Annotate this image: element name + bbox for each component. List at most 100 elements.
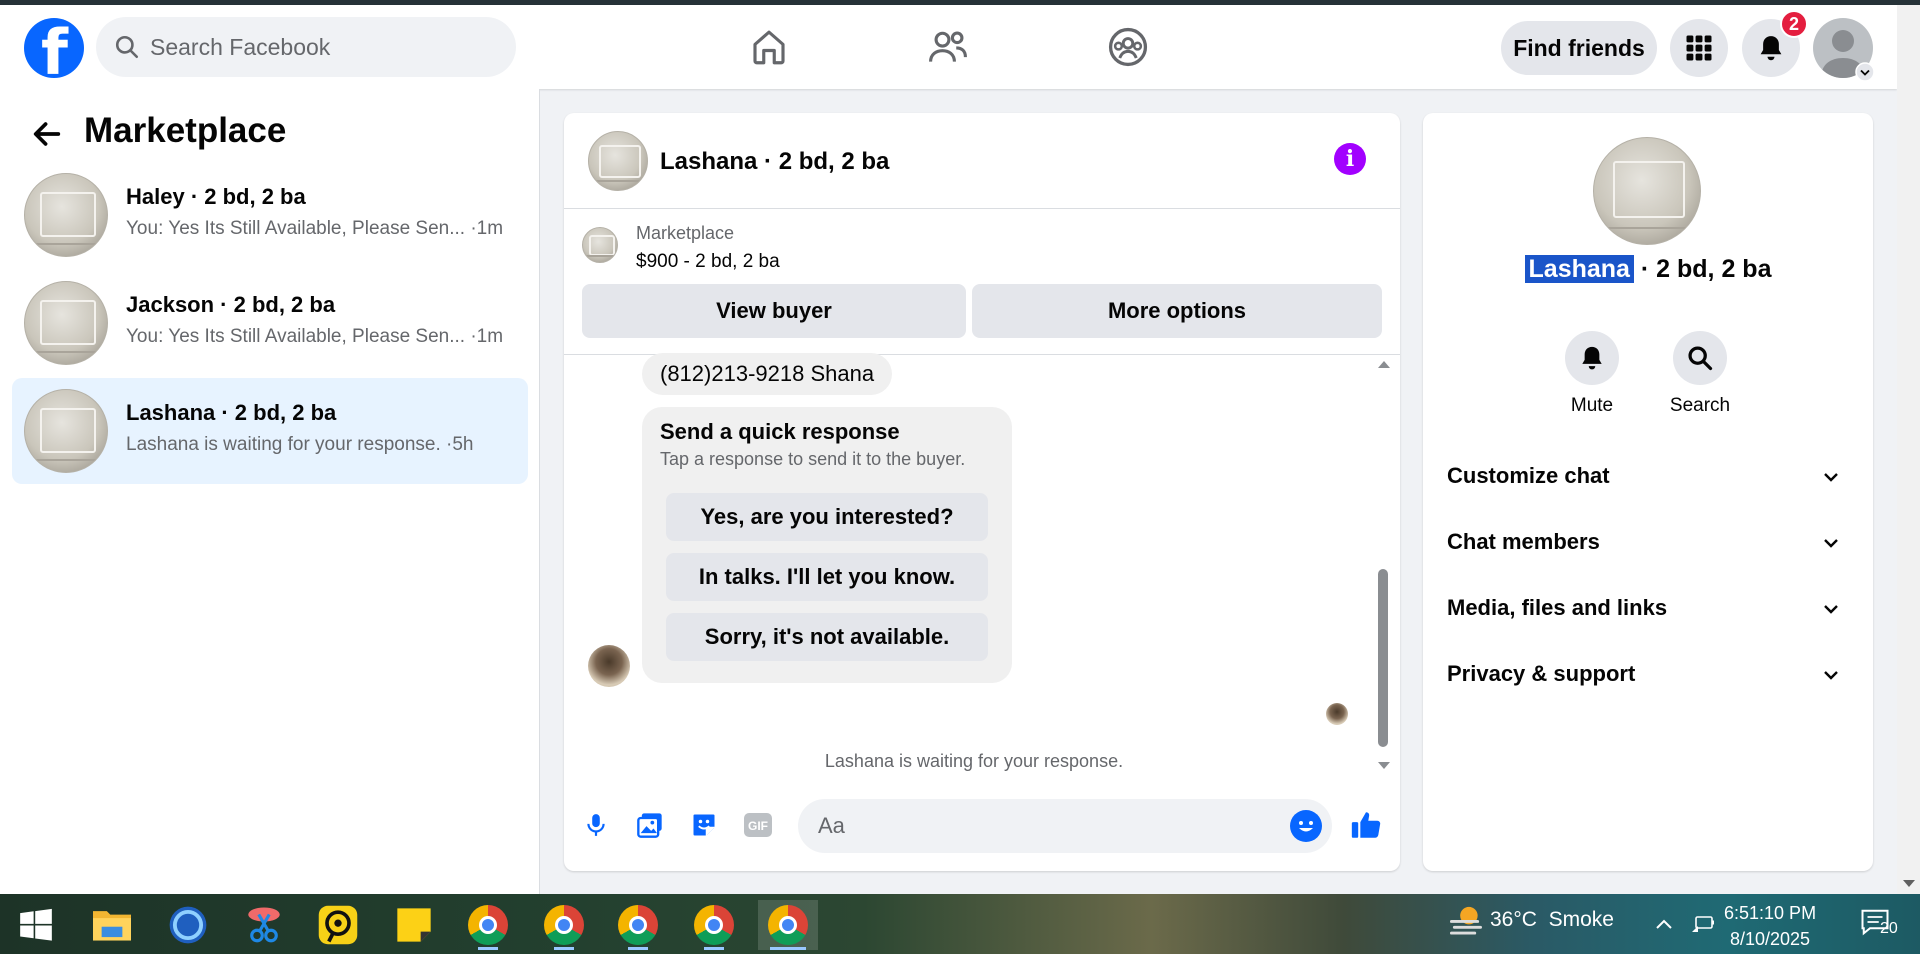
search-action[interactable]: Search xyxy=(1660,331,1740,417)
taskbar-browser[interactable] xyxy=(158,900,218,950)
quick-response-interested[interactable]: Yes, are you interested? xyxy=(666,493,988,541)
account-chevron-icon[interactable] xyxy=(1855,62,1875,82)
chrome-icon xyxy=(694,905,734,945)
waiting-status: Lashana is waiting for your response. xyxy=(824,751,1124,771)
taskbar-snipping-tool[interactable] xyxy=(234,900,294,950)
quick-response-title: Send a quick response xyxy=(660,419,900,444)
taskbar-chrome-2[interactable] xyxy=(534,900,594,950)
info-icon[interactable]: i xyxy=(1334,143,1366,175)
chrome-icon xyxy=(618,905,658,945)
taskbar-chrome-1[interactable] xyxy=(458,900,518,950)
groups-icon xyxy=(1108,27,1148,67)
search-label: Search xyxy=(1669,395,1731,416)
thumbs-up-icon xyxy=(1351,812,1381,838)
conversation-snippet: Lashana is waiting for your response. ·5… xyxy=(126,434,474,455)
browser-icon xyxy=(169,906,207,944)
search-input[interactable] xyxy=(150,17,500,77)
taskbar-sticky-notes[interactable] xyxy=(384,900,444,950)
conversation-name: Lashana · 2 bd, 2 ba xyxy=(126,400,337,425)
quick-response-not-available[interactable]: Sorry, it's not available. xyxy=(666,613,988,661)
scroll-down-arrow-icon[interactable] xyxy=(1377,761,1391,771)
chevron-down-icon xyxy=(1824,671,1838,680)
section-label: Media, files and links xyxy=(1447,595,1668,620)
temperature: 36°C xyxy=(1490,908,1537,931)
emoji-button[interactable] xyxy=(1290,810,1322,842)
windows-taskbar: 36°C Smoke 6:51:10 PM 8/10/2025 20 xyxy=(0,894,1920,954)
network-battery-icon[interactable] xyxy=(1690,914,1716,934)
more-options-button[interactable]: More options xyxy=(972,284,1382,338)
taskbar-file-explorer[interactable] xyxy=(82,900,142,950)
privacy-support-section[interactable]: Privacy & support xyxy=(1447,649,1849,699)
notification-badge: 2 xyxy=(1780,10,1808,38)
friends-nav[interactable] xyxy=(920,19,976,75)
chat-title[interactable]: Lashana · 2 bd, 2 ba xyxy=(660,148,889,176)
scroll-down-arrow-icon[interactable] xyxy=(1902,879,1916,889)
sticker-button[interactable] xyxy=(686,807,722,843)
details-listing-photo[interactable] xyxy=(1593,137,1701,245)
scroll-up-arrow-icon[interactable] xyxy=(1377,359,1391,369)
chat-listing-thumbnail[interactable] xyxy=(588,131,648,191)
taskbar-chrome-3[interactable] xyxy=(608,900,668,950)
photo-icon xyxy=(637,813,662,838)
voice-clip-button[interactable] xyxy=(578,807,614,843)
chevron-down-icon xyxy=(1824,473,1838,482)
section-label: Chat members xyxy=(1447,529,1600,554)
weather-condition: Smoke xyxy=(1548,908,1614,931)
mute-action[interactable]: Mute xyxy=(1552,331,1632,417)
weather-smoke-icon xyxy=(1450,906,1482,935)
friends-icon xyxy=(929,31,967,62)
chevron-up-icon[interactable] xyxy=(1654,916,1674,932)
search-box[interactable] xyxy=(96,17,516,77)
chat-header: Lashana · 2 bd, 2 ba i xyxy=(564,113,1400,209)
taskbar-chrome-5-active[interactable] xyxy=(758,900,818,950)
home-icon xyxy=(753,30,785,65)
message-scrollbar[interactable] xyxy=(1378,569,1388,747)
back-arrow-icon[interactable] xyxy=(30,117,64,151)
listing-thumbnail xyxy=(24,281,108,365)
conversation-sidebar: Marketplace Haley · 2 bd, 2 ba You: Yes … xyxy=(0,89,540,894)
quick-response-in-talks[interactable]: In talks. I'll let you know. xyxy=(666,553,988,601)
menu-button[interactable] xyxy=(1670,19,1728,77)
page-scrollbar[interactable] xyxy=(1897,5,1920,894)
groups-nav[interactable] xyxy=(1100,19,1156,75)
gif-icon: GIF xyxy=(744,813,772,837)
message-area: (812)213-9218 Shana Send a quick respons… xyxy=(564,353,1400,781)
notification-count: 20 xyxy=(1880,920,1898,937)
conversation-jackson[interactable]: Jackson · 2 bd, 2 ba You: Yes Its Still … xyxy=(12,270,528,376)
facebook-logo[interactable]: f xyxy=(24,18,84,78)
send-like-button[interactable] xyxy=(1348,807,1384,843)
start-button[interactable] xyxy=(6,900,66,950)
taskbar-chrome-4[interactable] xyxy=(684,900,744,950)
chrome-icon xyxy=(768,905,808,945)
view-buyer-button[interactable]: View buyer xyxy=(582,284,966,338)
remote-support-icon xyxy=(318,905,358,945)
home-nav[interactable] xyxy=(741,19,797,75)
find-friends-button[interactable]: Find friends xyxy=(1501,21,1657,75)
attach-photo-button[interactable] xyxy=(632,807,668,843)
sidebar-title: Marketplace xyxy=(84,111,287,150)
customize-chat-section[interactable]: Customize chat xyxy=(1447,451,1849,501)
listing-thumbnail xyxy=(24,173,108,257)
section-label: Privacy & support xyxy=(1447,661,1636,686)
grid-menu-icon xyxy=(1686,35,1712,61)
folder-icon xyxy=(93,911,131,941)
sticky-notes-icon xyxy=(397,908,431,942)
media-files-links-section[interactable]: Media, files and links xyxy=(1447,583,1849,633)
weather-widget[interactable]: 36°C Smoke xyxy=(1448,906,1614,935)
svg-text:GIF: GIF xyxy=(748,819,768,833)
conversation-name: Haley · 2 bd, 2 ba xyxy=(126,184,306,209)
gif-button[interactable]: GIF xyxy=(740,807,776,843)
chevron-down-icon xyxy=(1824,605,1838,614)
selected-name-text[interactable]: Lashana xyxy=(1524,255,1634,283)
mute-label: Mute xyxy=(1570,395,1614,416)
conversation-haley[interactable]: Haley · 2 bd, 2 ba You: Yes Its Still Av… xyxy=(12,162,528,268)
chevron-down-icon xyxy=(1824,539,1838,548)
clock-date: 8/10/2025 xyxy=(1729,929,1811,949)
conversation-snippet: You: Yes Its Still Available, Please Sen… xyxy=(126,326,504,347)
sender-avatar[interactable] xyxy=(588,645,630,687)
taskbar-remote-app[interactable] xyxy=(308,900,368,950)
message-input[interactable] xyxy=(798,799,1332,853)
system-clock[interactable]: 6:51:10 PM 8/10/2025 xyxy=(1724,900,1816,952)
chat-members-section[interactable]: Chat members xyxy=(1447,517,1849,567)
conversation-lashana[interactable]: Lashana · 2 bd, 2 ba Lashana is waiting … xyxy=(12,378,528,484)
